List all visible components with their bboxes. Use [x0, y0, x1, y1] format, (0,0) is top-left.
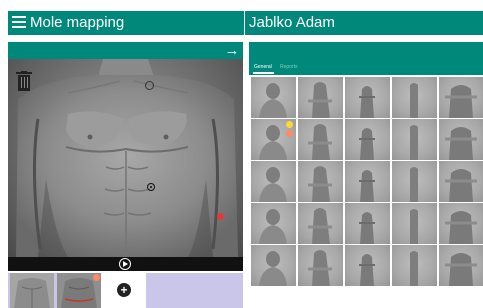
- active-tab-indicator: [253, 72, 274, 74]
- thumbnail-strip: +: [8, 273, 243, 308]
- body-region-feet[interactable]: [439, 245, 483, 286]
- body-region-torso-back[interactable]: [345, 119, 390, 160]
- mole-marker-arm[interactable]: [217, 213, 224, 220]
- body-region-torso-side[interactable]: [298, 119, 343, 160]
- body-region-pelvis-back[interactable]: [345, 161, 390, 202]
- patient-header: Jablko Adam: [245, 11, 483, 35]
- mole-badge-icon: [286, 130, 293, 137]
- body-viewer-panel: → +: [8, 42, 243, 308]
- body-region-pelvis-side-2[interactable]: [392, 161, 437, 202]
- app-title: Mole mapping: [30, 14, 125, 31]
- body-region-legs-side-2[interactable]: [392, 245, 437, 286]
- body-region-head-top[interactable]: [439, 77, 483, 118]
- arrow-right-icon[interactable]: →: [224, 42, 240, 59]
- body-region-head-front[interactable]: [251, 77, 296, 118]
- tab-general[interactable]: General: [254, 64, 272, 70]
- body-region-head-side-2[interactable]: [392, 77, 437, 118]
- body-region-thighs-front[interactable]: [251, 203, 296, 244]
- mole-marker-neck[interactable]: [145, 81, 154, 90]
- top-bar: Mole mapping Jablko Adam: [0, 0, 483, 36]
- torso-image: [16, 59, 238, 257]
- body-region-head-back[interactable]: [345, 77, 390, 118]
- photo-thumbnail[interactable]: [57, 273, 101, 308]
- body-region-pelvis-side[interactable]: [298, 161, 343, 202]
- body-region-thighs-back-2[interactable]: [439, 203, 483, 244]
- app-header: Mole mapping: [8, 11, 244, 35]
- body-region-thighs-side-2[interactable]: [392, 203, 437, 244]
- body-region-thighs-side[interactable]: [298, 203, 343, 244]
- plus-circle-icon[interactable]: +: [117, 283, 131, 297]
- patient-name: Jablko Adam: [249, 14, 335, 31]
- mole-marker-abdomen[interactable]: [147, 183, 155, 191]
- body-region-grid: [249, 77, 483, 287]
- hamburger-icon[interactable]: [12, 16, 26, 30]
- tab-reports[interactable]: Reports: [280, 64, 298, 70]
- body-map-panel: General Reports: [249, 42, 483, 308]
- body-photo[interactable]: [8, 59, 243, 257]
- tabs-bar: General Reports: [249, 42, 483, 75]
- body-region-thighs-back[interactable]: [345, 203, 390, 244]
- body-region-legs-side[interactable]: [298, 245, 343, 286]
- body-region-legs-back[interactable]: [345, 245, 390, 286]
- mole-count-badge: [93, 274, 100, 281]
- body-region-torso-side-2[interactable]: [392, 119, 437, 160]
- viewer-header: →: [8, 42, 243, 59]
- body-region-head-side[interactable]: [298, 77, 343, 118]
- body-region-legs-front[interactable]: [251, 245, 296, 286]
- body-region-torso-front[interactable]: [251, 119, 296, 160]
- player-bar: [8, 257, 243, 271]
- photo-thumbnail[interactable]: [10, 273, 54, 308]
- body-region-hands[interactable]: [439, 161, 483, 202]
- app-root: Mole mapping Jablko Adam → + General Rep…: [0, 0, 483, 308]
- body-region-pelvis-front[interactable]: [251, 161, 296, 202]
- body-region-torso-front-arms[interactable]: [439, 119, 483, 160]
- mole-badge-icon: [286, 121, 293, 128]
- play-circle-icon[interactable]: [119, 258, 131, 270]
- add-photo-tile[interactable]: +: [101, 273, 146, 308]
- trash-icon[interactable]: [16, 71, 32, 91]
